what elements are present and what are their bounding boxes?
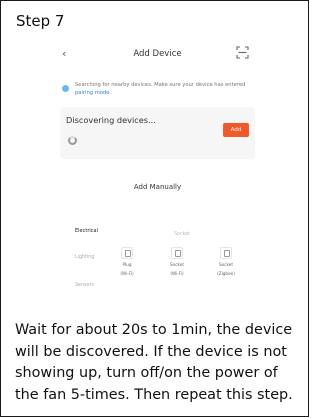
discovering-card: Discovering devices... Add <box>60 107 255 159</box>
socket-icon <box>171 247 183 259</box>
add-button[interactable]: Add <box>223 123 249 137</box>
plug-icon <box>121 247 133 259</box>
device-name-line1: Plug <box>122 262 132 267</box>
device-name-line2: (Zigbee) <box>217 270 235 276</box>
scan-icon[interactable] <box>236 46 249 59</box>
device-tile[interactable]: Socket (Zigbee) <box>215 247 237 276</box>
page-title: Add Device <box>133 49 182 59</box>
device-name-line2: (Wi-Fi) <box>120 270 134 276</box>
category-lighting[interactable]: Lighting <box>75 255 94 260</box>
device-name-line1: Socket <box>169 262 185 267</box>
device-name-line1: Socket <box>218 262 234 267</box>
instruction-text: Wait for about 20s to 1min, the device w… <box>15 322 293 403</box>
notice-text: Searching for nearby devices. Make sure … <box>75 81 255 97</box>
device-name-line2: (Wi-Fi) <box>170 270 184 276</box>
loading-spinner-icon <box>68 136 77 145</box>
notice-end: . <box>109 90 112 96</box>
section-header-socket: Socket <box>174 232 191 237</box>
device-tile[interactable]: Plug (Wi-Fi) <box>116 247 138 276</box>
category-electrical[interactable]: Electrical <box>75 228 98 234</box>
phone-screenshot: ‹ Add Device Searching for nearby device… <box>50 35 265 299</box>
pairing-mode-link[interactable]: pairing mode <box>75 90 109 96</box>
info-icon <box>62 85 69 92</box>
device-tile[interactable]: Socket (Wi-Fi) <box>166 247 188 276</box>
discovering-text: Discovering devices... <box>66 115 156 125</box>
socket-icon <box>220 247 232 259</box>
category-sensors[interactable]: Sensors <box>75 283 94 288</box>
step-title: Step 7 <box>16 12 65 30</box>
notice-body: Searching for nearby devices. Make sure … <box>75 82 246 88</box>
add-manually-heading: Add Manually <box>133 183 182 191</box>
